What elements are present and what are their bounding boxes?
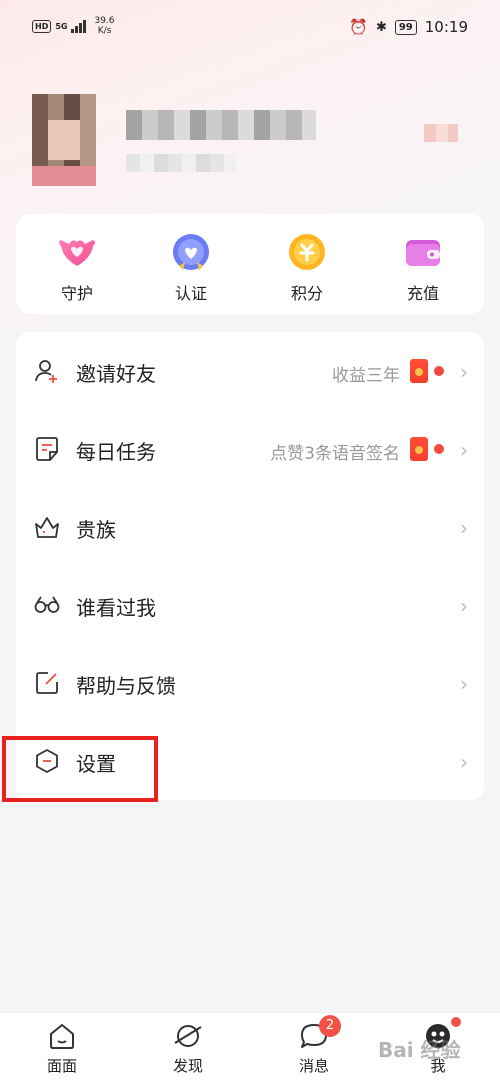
quick-action-guard[interactable]: 守护 — [32, 232, 122, 304]
username-blurred[interactable] — [126, 110, 316, 140]
home-icon — [47, 1021, 77, 1051]
quick-action-label: 积分 — [290, 284, 323, 303]
message-count-badge: 2 — [319, 1015, 341, 1037]
clock: 10:19 — [424, 18, 468, 36]
add-user-icon — [34, 358, 60, 384]
red-envelope-icon — [410, 437, 428, 461]
user-id-blurred — [126, 154, 236, 172]
coin-icon — [287, 232, 327, 272]
nav-tab-messages[interactable]: 2 消息 — [274, 1015, 354, 1076]
quick-action-label: 充值 — [406, 284, 439, 303]
watermark: Bai 经验 — [378, 1038, 461, 1062]
status-left: HD 5G 39.6 K/s — [32, 16, 115, 36]
nav-tab-home[interactable]: 面面 — [22, 1021, 102, 1076]
quick-action-recharge[interactable]: 充值 — [378, 232, 468, 304]
menu-item-nobility[interactable]: 贵族 › — [16, 488, 484, 566]
menu-item-extra: 点赞3条语音签名 — [270, 444, 400, 464]
battery-indicator: 99 — [394, 19, 417, 35]
status-right: ⏰ ✱ 99 10:19 — [349, 18, 468, 36]
menu-item-label: 谁看过我 — [76, 596, 156, 620]
status-bar: HD 5G 39.6 K/s ⏰ ✱ 99 10:19 — [0, 0, 500, 56]
quick-action-verify[interactable]: 认证 — [146, 232, 236, 304]
chevron-right-icon: › — [460, 672, 468, 696]
planet-icon — [173, 1021, 203, 1051]
notification-dot — [434, 444, 444, 454]
heart-icon — [57, 232, 97, 272]
wallet-icon — [403, 232, 443, 272]
notification-dot — [451, 1017, 461, 1027]
task-icon — [34, 436, 60, 462]
nav-tab-label: 消息 — [298, 1057, 329, 1075]
menu-item-label: 邀请好友 — [76, 362, 156, 386]
network-speed: 39.6 K/s — [94, 16, 114, 36]
chevron-right-icon: › — [460, 750, 468, 774]
nav-tab-discover[interactable]: 发现 — [148, 1021, 228, 1076]
settings-highlight-box — [2, 736, 158, 802]
profile-action-blurred[interactable] — [424, 124, 458, 142]
message-icon: 2 — [299, 1015, 341, 1051]
bluetooth-icon: ✱ — [375, 19, 387, 35]
signal-icon — [71, 19, 87, 33]
chevron-right-icon: › — [460, 594, 468, 618]
menu-item-label: 帮助与反馈 — [76, 674, 176, 698]
nav-tab-label: 面面 — [46, 1057, 77, 1075]
red-envelope-icon — [410, 359, 428, 383]
menu-item-help-feedback[interactable]: 帮助与反馈 › — [16, 644, 484, 722]
alarm-icon: ⏰ — [349, 18, 368, 36]
glasses-icon — [34, 592, 60, 618]
notification-dot — [434, 366, 444, 376]
quick-actions-card: 守护 认证 积分 充值 — [16, 214, 484, 314]
quick-action-label: 认证 — [174, 284, 207, 303]
badge-heart-icon — [171, 232, 211, 272]
quick-action-label: 守护 — [60, 284, 93, 303]
nav-tab-label: 发现 — [172, 1057, 203, 1075]
menu-item-label: 贵族 — [76, 518, 116, 542]
quick-action-points[interactable]: 积分 — [262, 232, 352, 304]
chevron-right-icon: › — [460, 516, 468, 540]
menu-item-extra: 收益三年 — [332, 366, 400, 386]
network-speed-unit: K/s — [97, 26, 112, 36]
menu-item-label: 每日任务 — [76, 440, 156, 464]
menu-item-daily-tasks[interactable]: 每日任务 点赞3条语音签名 › — [16, 410, 484, 488]
crown-icon — [34, 514, 60, 540]
menu-item-invite-friends[interactable]: 邀请好友 收益三年 › — [16, 332, 484, 410]
network-speed-value: 39.6 — [94, 16, 115, 26]
menu-item-who-viewed-me[interactable]: 谁看过我 › — [16, 566, 484, 644]
avatar-face-blur — [48, 120, 80, 160]
hd-badge: HD — [32, 19, 52, 33]
chevron-right-icon: › — [460, 438, 468, 462]
chevron-right-icon: › — [460, 360, 468, 384]
signal-type: 5G — [55, 21, 68, 31]
feedback-icon — [34, 670, 60, 696]
menu-card: 邀请好友 收益三年 › 每日任务 点赞3条语音签名 › 贵族 › 谁看过我 › … — [16, 332, 484, 800]
